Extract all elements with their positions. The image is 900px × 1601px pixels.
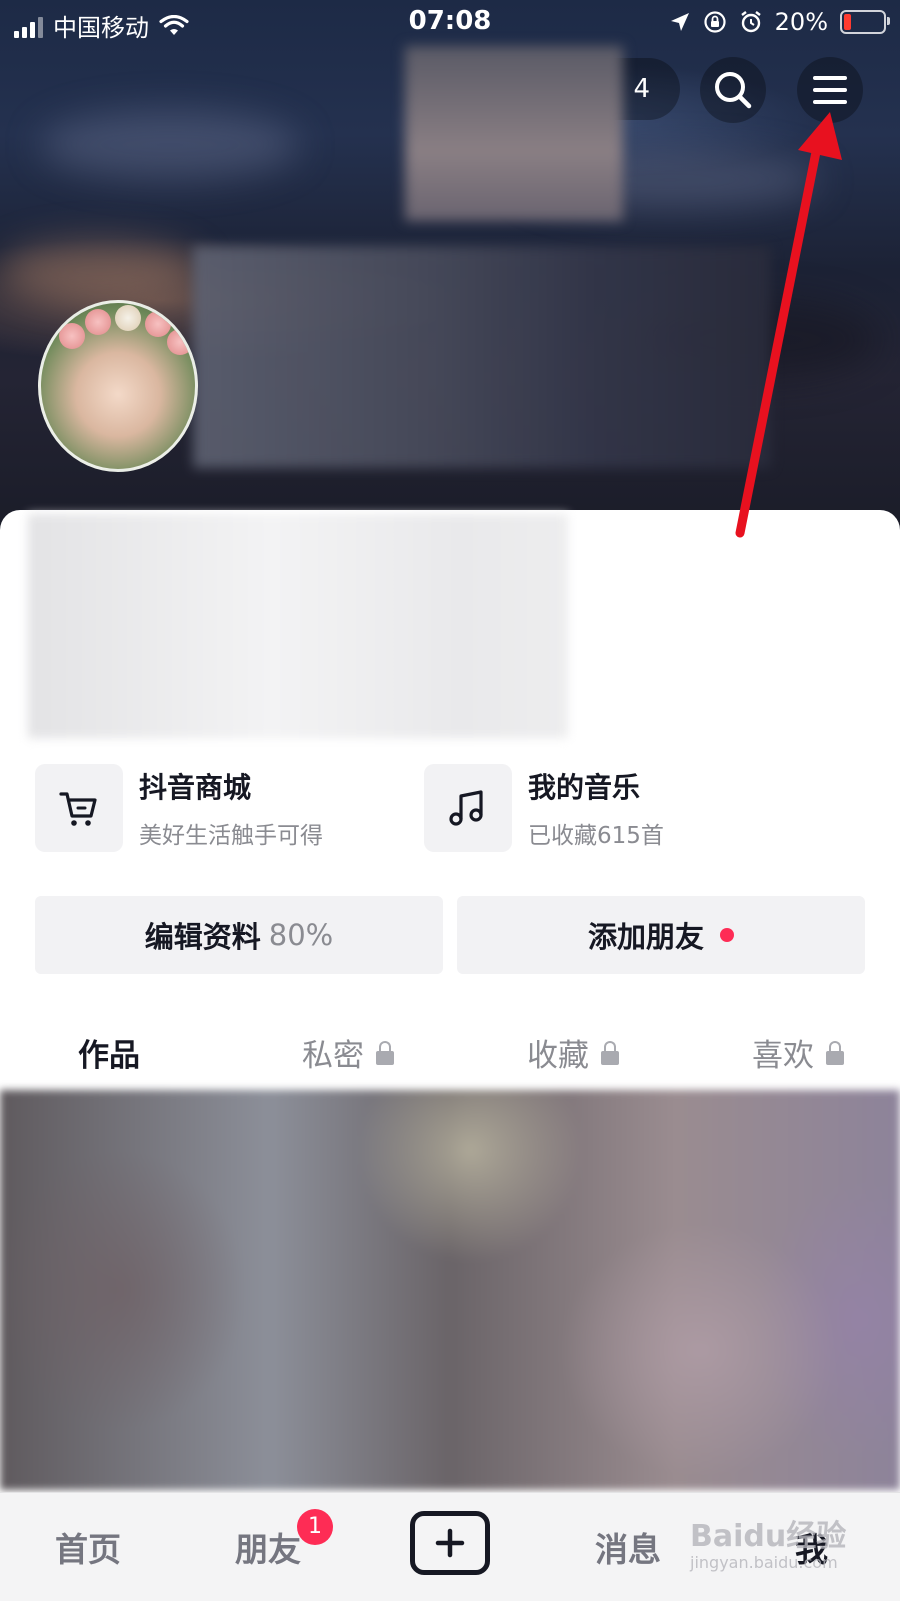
lock-icon bbox=[376, 1040, 394, 1065]
nav-home[interactable]: 首页 bbox=[55, 1523, 121, 1571]
create-button[interactable] bbox=[410, 1511, 490, 1575]
tab-private[interactable]: 私密 bbox=[302, 1030, 394, 1075]
battery-icon bbox=[840, 10, 890, 34]
tab-favorites-label: 收藏 bbox=[527, 1038, 589, 1074]
tab-works[interactable]: 作品 bbox=[78, 1030, 140, 1075]
video-grid[interactable] bbox=[0, 1090, 900, 1490]
cart-icon bbox=[59, 792, 97, 826]
plus-icon bbox=[435, 1528, 465, 1558]
rotation-lock-icon bbox=[704, 11, 726, 33]
alarm-icon bbox=[740, 11, 761, 33]
menu-button[interactable] bbox=[797, 57, 863, 123]
tab-likes[interactable]: 喜欢 bbox=[752, 1030, 844, 1075]
feature-music-subtitle: 已收藏615首 bbox=[528, 823, 664, 849]
feature-music[interactable]: 我的音乐 已收藏615首 bbox=[424, 764, 664, 852]
add-friend-button[interactable]: 添加朋友 bbox=[457, 896, 865, 974]
bottom-nav: 首页 朋友 1 消息 我 Baidu经验 jingyan.baidu.com bbox=[0, 1492, 900, 1601]
search-button[interactable] bbox=[700, 57, 766, 123]
avatar[interactable] bbox=[38, 300, 198, 472]
edit-profile-button[interactable]: 编辑资料 80% bbox=[35, 896, 443, 974]
watermark-url: jingyan.baidu.com bbox=[690, 1553, 838, 1572]
friends-badge: 1 bbox=[297, 1509, 333, 1545]
status-bar: 中国移动 07:08 20% bbox=[0, 0, 900, 46]
lock-icon bbox=[826, 1040, 844, 1065]
edit-profile-label: 编辑资料 bbox=[144, 920, 261, 954]
tab-works-label: 作品 bbox=[78, 1038, 140, 1074]
profile-completion: 80% bbox=[268, 918, 334, 952]
search-icon bbox=[715, 72, 752, 109]
lock-icon bbox=[601, 1040, 619, 1065]
music-note-icon bbox=[449, 790, 483, 826]
tab-private-label: 私密 bbox=[302, 1038, 364, 1074]
feature-shop-subtitle: 美好生活触手可得 bbox=[139, 823, 323, 849]
feature-shop[interactable]: 抖音商城 美好生活触手可得 bbox=[35, 764, 323, 852]
tab-favorites[interactable]: 收藏 bbox=[527, 1030, 619, 1075]
notification-dot bbox=[720, 928, 734, 942]
watermark-logo: Baidu经验 bbox=[690, 1519, 847, 1554]
add-friend-label: 添加朋友 bbox=[587, 920, 704, 954]
visitors-count: 4 bbox=[633, 74, 650, 104]
blurred-profile-info bbox=[193, 246, 771, 468]
blurred-bio-region bbox=[28, 514, 568, 738]
nav-friends[interactable]: 朋友 bbox=[235, 1523, 301, 1571]
hamburger-menu-icon bbox=[813, 76, 847, 104]
blurred-cover-region bbox=[405, 46, 623, 221]
nav-messages[interactable]: 消息 bbox=[595, 1523, 661, 1571]
content-tabs: 作品 私密 收藏 喜欢 bbox=[0, 1030, 900, 1090]
tab-likes-label: 喜欢 bbox=[752, 1038, 814, 1074]
feature-music-title: 我的音乐 bbox=[528, 771, 641, 804]
feature-shop-title: 抖音商城 bbox=[139, 771, 252, 804]
location-icon bbox=[670, 13, 689, 31]
battery-percent: 20% bbox=[774, 8, 828, 36]
